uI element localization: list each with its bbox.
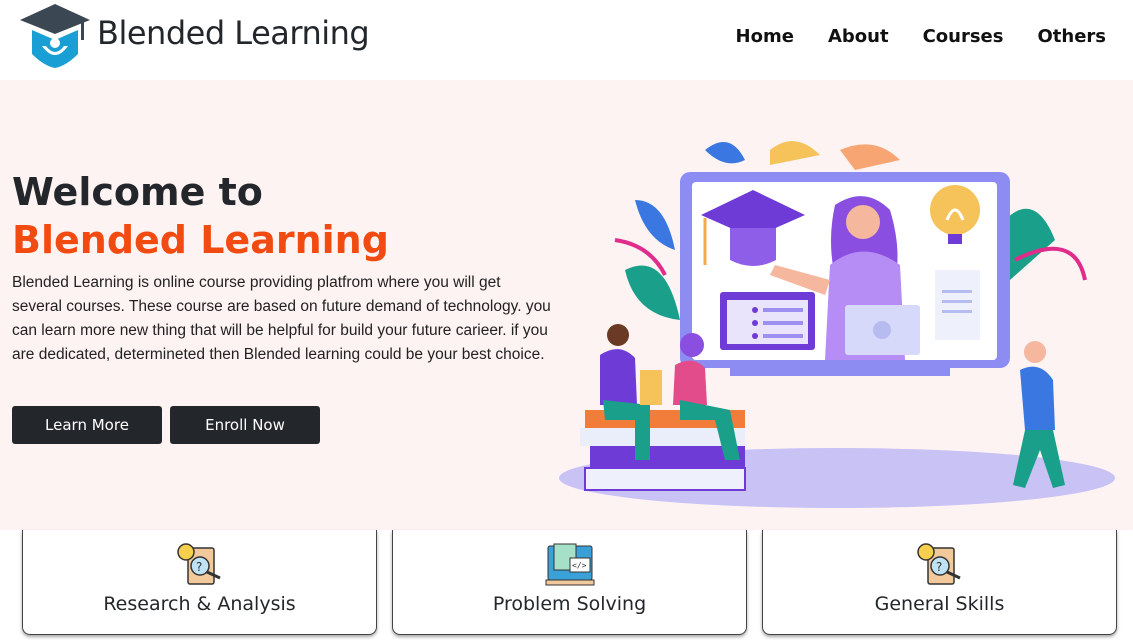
nav-about[interactable]: About xyxy=(828,26,889,47)
feature-card-general-skills[interactable]: ? General Skills xyxy=(762,530,1117,635)
hero-section: Welcome to Blended Learning Blended Lear… xyxy=(0,80,1133,530)
online-learning-illustration xyxy=(559,141,1115,508)
svg-text:</>: </> xyxy=(572,561,587,570)
main-nav: Home About Courses Others xyxy=(702,26,1106,47)
svg-text:?: ? xyxy=(196,560,202,574)
enroll-now-button[interactable]: Enroll Now xyxy=(170,406,320,444)
card-title: Research & Analysis xyxy=(103,593,296,615)
nav-others[interactable]: Others xyxy=(1037,26,1106,47)
code-screen-icon: </> xyxy=(545,543,594,586)
svg-text:?: ? xyxy=(936,560,942,574)
site-header: Blended Learning Home About Courses Othe… xyxy=(0,0,1133,80)
hero-description: Blended Learning is online course provid… xyxy=(12,274,551,363)
feature-card-problem-solving[interactable]: </> Problem Solving xyxy=(392,530,747,635)
feature-cards: ? Research & Analysis </> Problem Solvin… xyxy=(0,530,1133,643)
research-icon: ? xyxy=(176,543,221,585)
card-title: Problem Solving xyxy=(492,593,647,615)
card-title: General Skills xyxy=(874,593,1005,615)
hero-title: Welcome to xyxy=(12,170,263,214)
nav-home[interactable]: Home xyxy=(736,26,794,47)
graduation-logo-icon[interactable] xyxy=(18,2,92,70)
feature-card-research[interactable]: ? Research & Analysis xyxy=(22,530,377,635)
brand-name[interactable]: Blended Learning xyxy=(97,14,370,52)
hero-title-highlight: Blended Learning xyxy=(12,218,389,262)
learn-more-button[interactable]: Learn More xyxy=(12,406,162,444)
skills-icon: ? xyxy=(916,543,961,585)
nav-courses[interactable]: Courses xyxy=(923,26,1004,47)
